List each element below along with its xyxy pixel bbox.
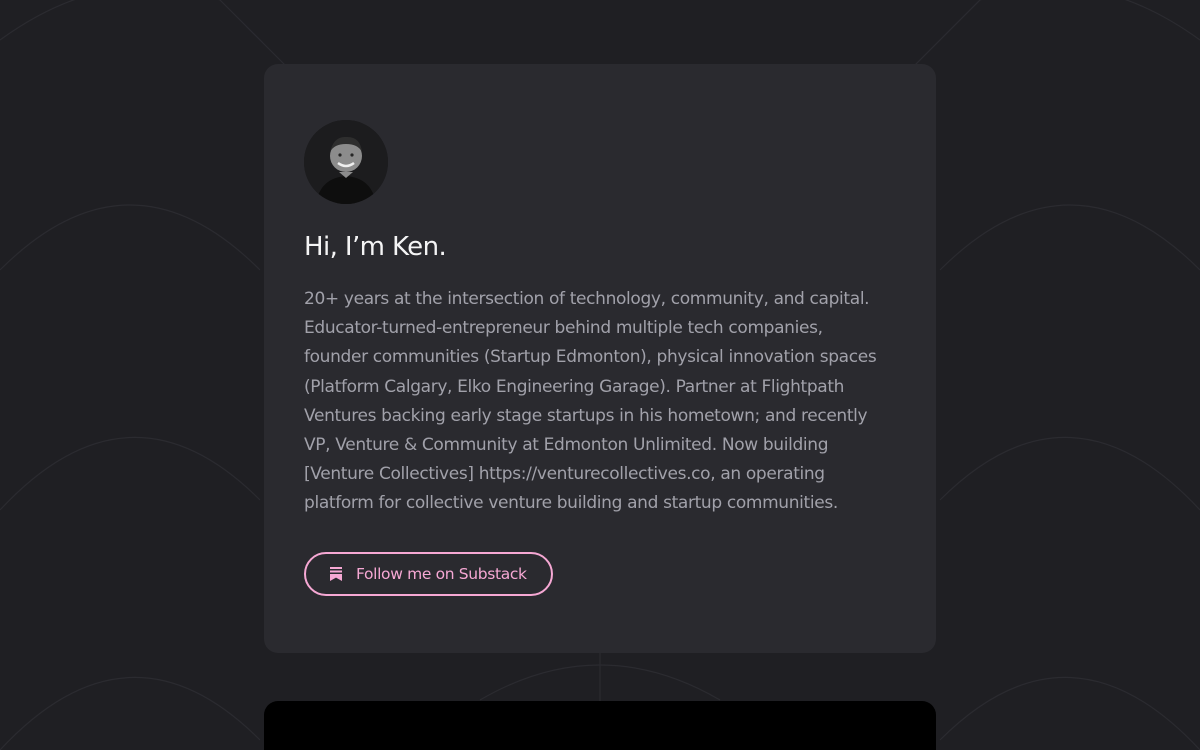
bio-text: 20+ years at the intersection of technol… — [304, 285, 896, 519]
bio-line: founder communities (Startup Edmonton), … — [304, 347, 877, 368]
page-title: Hi, I’m Ken. — [304, 232, 447, 262]
bio-line: [Venture Collectives] https://venturecol… — [304, 464, 825, 485]
page: Hi, I’m Ken. 20+ years at the intersecti… — [0, 0, 1200, 750]
next-section-panel — [264, 701, 936, 750]
profile-card: Hi, I’m Ken. 20+ years at the intersecti… — [264, 64, 936, 653]
bio-line: VP, Venture & Community at Edmonton Unli… — [304, 435, 829, 456]
follow-substack-label: Follow me on Substack — [356, 564, 527, 583]
substack-icon — [330, 566, 342, 581]
bio-line: (Platform Calgary, Elko Engineering Gara… — [304, 376, 845, 397]
bio-line: 20+ years at the intersection of technol… — [304, 289, 870, 309]
bio-line: Educator-turned-entrepreneur behind mult… — [304, 318, 823, 339]
follow-substack-button[interactable]: Follow me on Substack — [304, 551, 553, 596]
avatar — [304, 120, 388, 204]
bio-line: platform for collective venture building… — [304, 493, 838, 514]
bio-line: Ventures backing early stage startups in… — [304, 405, 868, 426]
